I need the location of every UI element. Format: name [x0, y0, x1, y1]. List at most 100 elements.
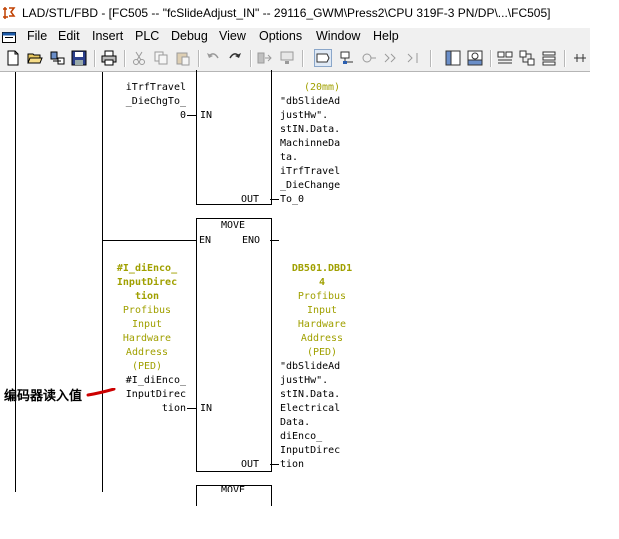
out-comment-line: Profibus	[297, 291, 347, 302]
more-icon[interactable]	[541, 50, 557, 66]
in-comment-line: Hardware	[122, 333, 172, 344]
print-icon[interactable]	[101, 50, 117, 66]
save-icon[interactable]	[71, 50, 87, 66]
annotation-label: 编码器读入值	[4, 389, 83, 404]
out-comment-line: Input	[306, 305, 338, 316]
menu-edit[interactable]: Edit	[58, 29, 80, 43]
network-icon[interactable]	[339, 50, 355, 66]
toolbar-separator	[124, 50, 126, 67]
in-operand-line: InputDirec	[125, 389, 186, 400]
toolbar-separator	[198, 50, 200, 67]
toggle-breakpoint-icon[interactable]	[314, 49, 332, 67]
symbol-icon[interactable]	[497, 50, 513, 66]
in-operand-line: tion	[161, 403, 186, 414]
title-bar: LAD/STL/FBD - [FC505 -- "fcSlideAdjust_I…	[0, 0, 590, 29]
in-wire	[187, 408, 196, 409]
out-wire	[270, 199, 279, 200]
out-operand-line: ta.	[280, 152, 299, 163]
in-operand-line1: iTrfTravel	[125, 82, 186, 93]
in-comment-line: Input	[131, 319, 163, 330]
toolbar-separator	[250, 50, 252, 67]
toolbar-separator	[302, 50, 304, 67]
out-operand-line: Electrical	[280, 403, 341, 414]
move-block-title: MOVE	[220, 485, 246, 492]
out-comment-line: (PED)	[306, 347, 338, 358]
network-rail	[102, 72, 103, 492]
in-operand-value[interactable]: 0	[104, 109, 186, 123]
glasses-icon[interactable]	[405, 50, 421, 66]
accessible-nodes-icon[interactable]	[49, 50, 65, 66]
out-address-line: DB501.DBD1	[291, 263, 353, 274]
menu-window[interactable]: Window	[316, 29, 360, 43]
toolbar-separator	[564, 50, 566, 67]
details-icon[interactable]	[467, 50, 483, 66]
out-operand-line: To_0	[280, 194, 305, 205]
out-operand-line: stIN.Data.	[280, 389, 341, 400]
en-pin-label: EN	[199, 235, 212, 246]
toolbar-separator	[430, 50, 432, 67]
in-comment-line: Address	[125, 347, 169, 358]
eno-pin-label: ENO	[242, 235, 261, 246]
out-operand-line: justHw".	[280, 375, 329, 386]
undo-icon[interactable]	[205, 50, 221, 66]
address-icon[interactable]	[519, 50, 535, 66]
in-pin-label: IN	[200, 110, 213, 121]
lad-editor-app-icon	[2, 6, 16, 20]
window-title: LAD/STL/FBD - [FC505 -- "fcSlideAdjust_I…	[22, 6, 551, 20]
cut-icon[interactable]	[131, 50, 147, 66]
menu-help[interactable]: Help	[373, 29, 399, 43]
out-pin-label: OUT	[241, 459, 260, 470]
toolbar	[0, 47, 590, 72]
move-block-2[interactable]	[196, 218, 272, 472]
online-icon[interactable]	[361, 50, 377, 66]
out-pin-label: OUT	[241, 194, 260, 205]
in-pin-label: IN	[200, 403, 213, 414]
in-operand-line2: _DieChgTo_	[125, 96, 186, 107]
paste-icon[interactable]	[175, 50, 191, 66]
menu-file[interactable]: File	[27, 29, 47, 43]
copy-icon[interactable]	[153, 50, 169, 66]
in-symbol-line: #I_diEnco_	[116, 263, 178, 274]
in-comment-line: Profibus	[122, 305, 172, 316]
out-operand-line: _DieChange	[280, 180, 341, 191]
step-icon[interactable]	[383, 50, 399, 66]
eno-wire	[270, 240, 279, 241]
in-symbol-line: InputDirec	[116, 277, 178, 288]
in-comment-line: (PED)	[131, 361, 163, 372]
out-operand-line: diEnco_	[280, 431, 323, 442]
menu-options[interactable]: Options	[259, 29, 302, 43]
out-operand-line: stIN.Data.	[280, 124, 341, 135]
out-operand-line: MachinneDa	[280, 138, 341, 149]
monitor-icon[interactable]	[279, 50, 295, 66]
in-wire	[187, 115, 196, 116]
open-icon[interactable]	[27, 50, 43, 66]
menu-debug[interactable]: Debug	[171, 29, 208, 43]
insert-network-icon[interactable]	[572, 50, 588, 66]
menu-view[interactable]: View	[219, 29, 246, 43]
out-operand-line: Data.	[280, 417, 311, 428]
ladder-editor[interactable]: iTrfTravel _DieChgTo_ 0 IN OUT (20mm) "d…	[0, 70, 590, 506]
toolbar-separator	[490, 50, 492, 67]
out-operand-line: InputDirec	[280, 445, 341, 456]
out-operand-line: tion	[280, 459, 305, 470]
overview-icon[interactable]	[445, 50, 461, 66]
in-operand-line[interactable]: #I_diEnco_	[104, 374, 186, 388]
toolbar-separator	[94, 50, 96, 67]
en-wire	[102, 240, 196, 241]
out-comment: (20mm)	[303, 82, 341, 93]
redo-icon[interactable]	[227, 50, 243, 66]
out-operand-line: justHw".	[280, 110, 329, 121]
out-operand-line[interactable]: "dbSlideAd	[280, 95, 340, 109]
annotation-pointer	[86, 388, 116, 397]
out-operand-line[interactable]: "dbSlideAd	[280, 360, 340, 374]
move-block-title: MOVE	[220, 220, 246, 231]
menu-bar: File Edit Insert PLC Debug View Options …	[0, 28, 590, 47]
menu-plc[interactable]: PLC	[135, 29, 159, 43]
out-address-line: 4	[318, 277, 326, 288]
menu-insert[interactable]: Insert	[92, 29, 123, 43]
move-block-1[interactable]	[196, 70, 272, 205]
load-icon[interactable]	[257, 50, 273, 66]
new-icon[interactable]	[5, 50, 21, 66]
left-rail	[15, 72, 16, 492]
mdi-system-menu-icon[interactable]	[2, 32, 16, 43]
